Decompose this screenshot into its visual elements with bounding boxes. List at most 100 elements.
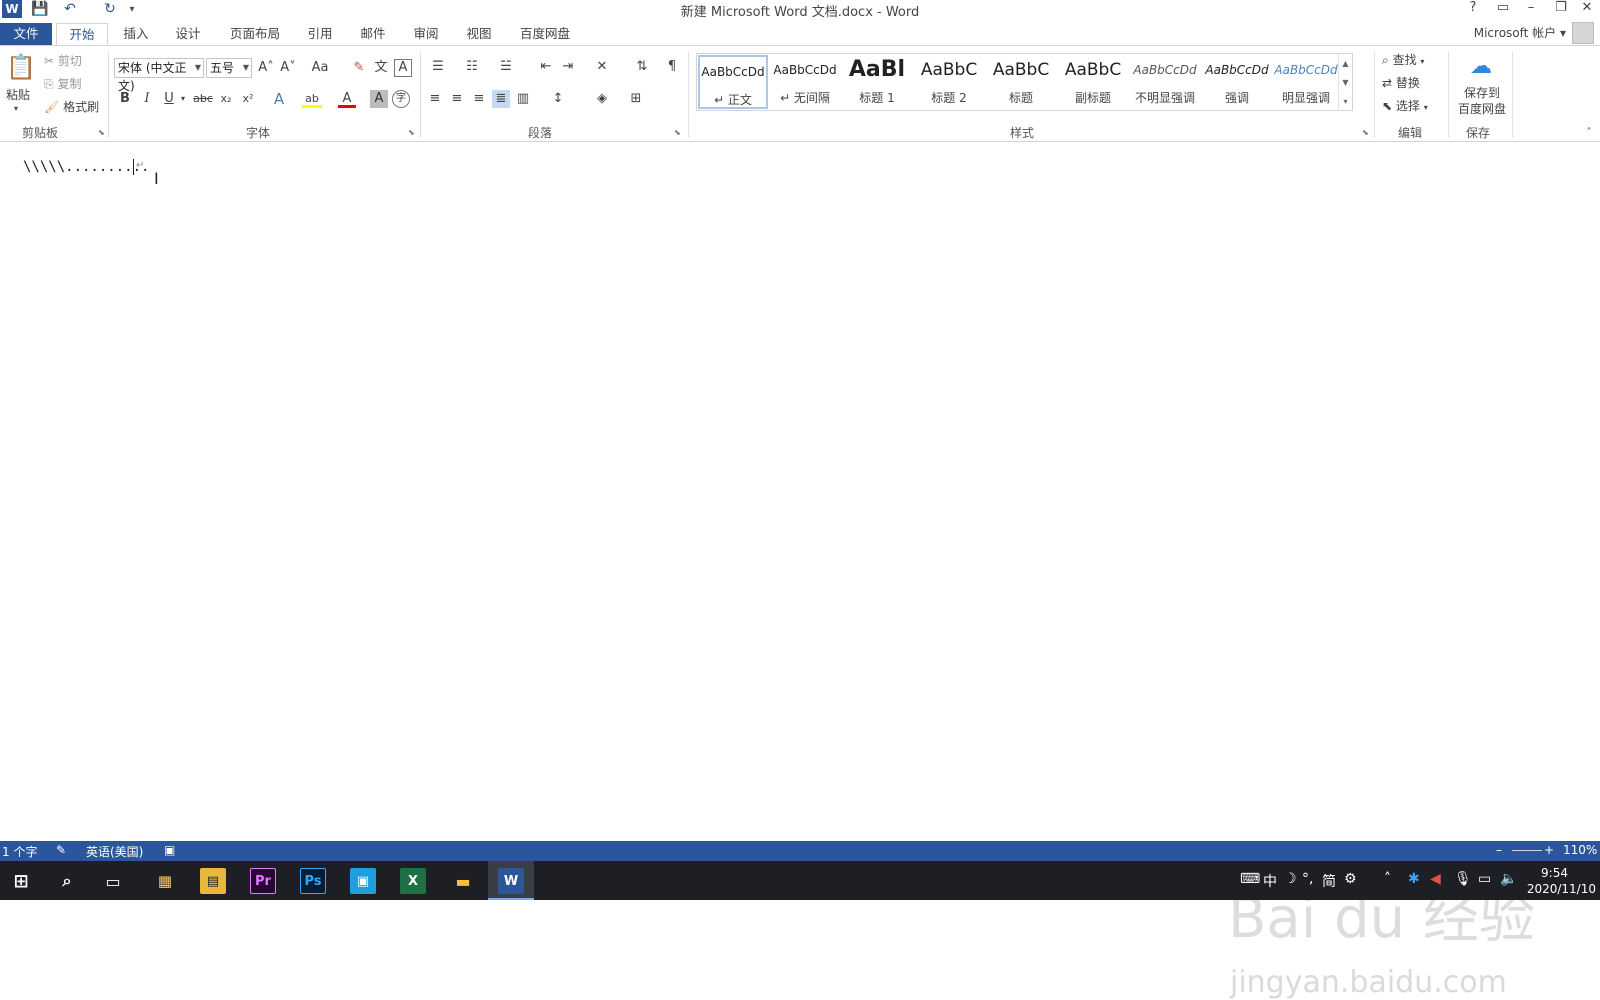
gallery-scroll-up-icon[interactable]: ▲	[1338, 54, 1352, 73]
character-shading-button[interactable]: A	[370, 90, 388, 108]
tab-page-layout[interactable]: 页面布局	[222, 23, 288, 45]
shading-icon[interactable]: ◈	[590, 90, 614, 108]
underline-dropdown-icon[interactable]: ▾	[178, 90, 188, 108]
baidu-netdisk-label[interactable]: 百度网盘	[1454, 100, 1510, 118]
microsoft-account[interactable]: Microsoft 帐户 ▾	[1474, 24, 1566, 41]
collapse-ribbon-icon[interactable]: ˄	[1582, 124, 1596, 142]
font-size-combo[interactable]: 五号 ▼	[206, 58, 252, 78]
clock-date[interactable]: 2020/11/10	[1527, 882, 1596, 896]
paragraph-launcher-icon[interactable]: ⬊	[674, 128, 681, 137]
line-spacing-icon[interactable]: ↕	[546, 90, 570, 108]
minimize-button[interactable]: –	[1518, 0, 1544, 18]
style-no-spacing[interactable]: AaBbCcDd ↵ 无间隔	[770, 55, 840, 109]
text-effects-button[interactable]: A	[270, 90, 288, 108]
bullets-icon[interactable]: ☰	[426, 58, 450, 76]
superscript-button[interactable]: x²	[238, 90, 258, 108]
word-taskbar-icon[interactable]: W	[498, 868, 524, 894]
styles-launcher-icon[interactable]: ⬊	[1362, 128, 1369, 137]
style-heading-2[interactable]: AaBbC 标题 2	[914, 55, 984, 109]
task-view-icon[interactable]: ▭	[100, 868, 126, 894]
zoom-out-icon[interactable]: –	[1496, 843, 1502, 857]
style-emphasis[interactable]: AaBbCcDd 强调	[1202, 55, 1272, 109]
store-app-icon[interactable]: ▣	[350, 868, 376, 894]
tray-app-icon-2[interactable]: ◀	[1430, 871, 1441, 887]
chinese-layout-icon[interactable]: ✕	[590, 58, 614, 76]
zoom-level[interactable]: 110%	[1563, 843, 1597, 857]
tab-insert[interactable]: 插入	[114, 23, 158, 45]
decrease-indent-icon[interactable]: ⇤	[536, 58, 556, 76]
tray-app-icon[interactable]: ✱	[1408, 871, 1420, 887]
format-painter-button[interactable]: 🖌 格式刷	[44, 98, 99, 116]
tab-references[interactable]: 引用	[298, 23, 342, 45]
style-title[interactable]: AaBbC 标题	[986, 55, 1056, 109]
document-text[interactable]: \\\\\..........	[23, 159, 149, 175]
language-indicator[interactable]: 英语(美国)	[86, 843, 143, 860]
paste-dropdown-icon[interactable]: ▾	[14, 100, 18, 118]
style-normal[interactable]: AaBbCcDd ↵ 正文	[698, 55, 768, 109]
copy-button[interactable]: ⎘ 复制	[44, 75, 81, 93]
borders-icon[interactable]: ⊞	[624, 90, 648, 108]
style-heading-1[interactable]: AaBl 标题 1	[842, 55, 912, 109]
keyboard-icon[interactable]: ⌨	[1240, 871, 1260, 887]
tab-home[interactable]: 开始	[56, 23, 108, 45]
search-icon[interactable]: ⌕	[54, 868, 80, 894]
paste-icon[interactable]: 📋	[6, 52, 36, 82]
file-manager-app-icon[interactable]: ▤	[200, 868, 226, 894]
tab-file[interactable]: 文件	[0, 23, 52, 45]
font-launcher-icon[interactable]: ⬊	[408, 128, 415, 137]
numbering-icon[interactable]: ☷	[460, 58, 484, 76]
restore-button[interactable]: ❐	[1548, 0, 1574, 18]
zoom-in-icon[interactable]: +	[1544, 843, 1554, 857]
shrink-font-icon[interactable]: A˅	[278, 59, 298, 77]
increase-indent-icon[interactable]: ⇥	[558, 58, 578, 76]
character-border-icon[interactable]: A	[394, 59, 412, 77]
show-hidden-icons-icon[interactable]: ˄	[1384, 871, 1391, 887]
ime-mode-indicator[interactable]: 简	[1322, 871, 1336, 891]
clock-time[interactable]: 9:54	[1541, 866, 1568, 880]
show-paragraph-marks-icon[interactable]: ¶	[664, 58, 680, 76]
gallery-scroll-down-icon[interactable]: ▼	[1338, 73, 1352, 92]
align-right-icon[interactable]: ≡	[470, 90, 488, 108]
enclose-characters-button[interactable]: 字	[392, 90, 410, 108]
grow-font-icon[interactable]: A˄	[256, 59, 276, 77]
font-name-combo[interactable]: 宋体 (中文正文) ▼	[114, 58, 204, 93]
justify-icon[interactable]: ≣	[492, 90, 510, 108]
baidu-cloud-icon[interactable]: ☁	[1466, 54, 1496, 80]
multilevel-list-icon[interactable]: ☱	[494, 58, 518, 76]
distributed-icon[interactable]: ▥	[514, 90, 532, 108]
clipboard-launcher-icon[interactable]: ⬊	[98, 128, 105, 137]
tab-view[interactable]: 视图	[457, 23, 501, 45]
align-center-icon[interactable]: ≡	[448, 90, 466, 108]
sort-icon[interactable]: ⇅	[632, 58, 652, 76]
bold-button[interactable]: B	[116, 90, 134, 108]
help-button[interactable]: ?	[1460, 0, 1486, 18]
avatar[interactable]	[1572, 22, 1594, 44]
tab-design[interactable]: 设计	[166, 23, 210, 45]
underline-button[interactable]: U	[160, 90, 178, 108]
premiere-app-icon[interactable]: Pr	[250, 868, 276, 894]
proofing-icon[interactable]: ✎	[56, 843, 66, 857]
microphone-icon[interactable]: 🎙	[1454, 871, 1472, 887]
file-explorer-icon[interactable]: ▬	[450, 868, 476, 894]
highlight-button[interactable]: ab	[302, 90, 322, 108]
strikethrough-button[interactable]: abc	[192, 90, 214, 108]
word-count[interactable]: 1 个字	[2, 843, 37, 860]
network-icon[interactable]: ▭	[1478, 871, 1491, 887]
windows-start-icon[interactable]: ⊞	[8, 868, 34, 894]
align-left-icon[interactable]: ≡	[426, 90, 444, 108]
tab-mailings[interactable]: 邮件	[351, 23, 395, 45]
font-color-button[interactable]: A	[338, 90, 356, 108]
cut-button[interactable]: ✂ 剪切	[44, 52, 82, 70]
clear-formatting-icon[interactable]: ✎	[350, 59, 368, 77]
change-case-button[interactable]: Aa	[306, 59, 334, 77]
style-intense-emphasis[interactable]: AaBbCcDd 明显强调	[1274, 55, 1338, 109]
gallery-more-icon[interactable]: ▾	[1338, 92, 1352, 111]
document-area[interactable]: \\\\\.......... ↵ I Bai du 经验 jingyan.ba…	[0, 143, 1600, 1000]
photoshop-app-icon[interactable]: Ps	[300, 868, 326, 894]
find-button[interactable]: ⌕ 查找 ▾	[1382, 51, 1424, 71]
ribbon-display-options-button[interactable]: ▭	[1490, 0, 1516, 18]
moon-icon[interactable]: ☽	[1284, 871, 1297, 887]
replace-button[interactable]: ⇄ 替换	[1382, 74, 1420, 92]
zoom-slider[interactable]	[1512, 850, 1542, 851]
italic-button[interactable]: I	[138, 90, 156, 108]
